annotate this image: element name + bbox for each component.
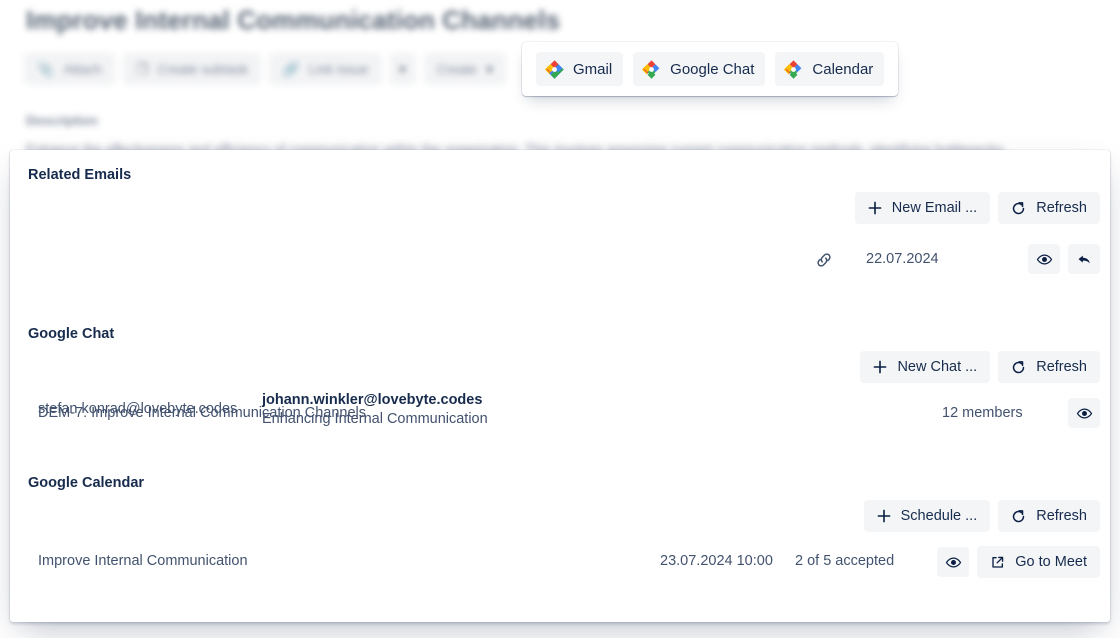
- screen-root: Improve Internal Communication Channels …: [0, 0, 1120, 638]
- eye-icon: [945, 556, 961, 568]
- related-emails-actions: New Email ... Refresh: [854, 192, 1100, 224]
- go-to-meet-button-label: Go to Meet: [1015, 554, 1087, 570]
- open-chat-button[interactable]: [1068, 398, 1100, 428]
- google-calendar-actions: Schedule ... Refresh: [863, 500, 1100, 532]
- schedule-event-button-label: Schedule ...: [900, 508, 978, 524]
- paperclip-icon: 📎: [37, 60, 55, 77]
- eye-icon: [1036, 253, 1052, 265]
- link-issue-button-label: Link issue: [308, 61, 369, 77]
- picker-item-gmail-label: Gmail: [573, 60, 613, 78]
- new-email-button[interactable]: New Email ...: [854, 192, 991, 224]
- external-link-icon: [992, 556, 1004, 568]
- email-row-date: 22.07.2024: [866, 251, 939, 267]
- refresh-icon: [1013, 360, 1025, 373]
- refresh-chat-button[interactable]: Refresh: [998, 351, 1100, 383]
- subtask-icon: ❐: [135, 60, 149, 77]
- create-button-label: Create: [436, 61, 478, 77]
- google-workspace-icon: [784, 59, 802, 79]
- schedule-event-button[interactable]: Schedule ...: [863, 500, 991, 532]
- refresh-calendar-button[interactable]: Refresh: [998, 500, 1100, 532]
- calendar-row-attendance: 2 of 5 accepted: [795, 553, 895, 569]
- refresh-calendar-button-label: Refresh: [1036, 508, 1087, 524]
- issue-toolbar: 📎 Attach ❐ Create subtask 🔗 Link issue ▾…: [24, 53, 507, 85]
- refresh-chat-button-label: Refresh: [1036, 359, 1087, 375]
- refresh-icon: [1013, 201, 1025, 214]
- plus-icon: [868, 201, 882, 215]
- create-subtask-button[interactable]: ❐ Create subtask: [122, 53, 262, 85]
- description-label: Description: [26, 113, 98, 128]
- link-issue-button[interactable]: 🔗 Link issue: [269, 53, 382, 85]
- chevron-down-icon: ▾: [399, 60, 407, 77]
- preview-email-button[interactable]: [1028, 244, 1060, 274]
- refresh-icon: [1013, 509, 1025, 522]
- picker-item-calendar-label: Calendar: [812, 60, 874, 78]
- refresh-emails-button[interactable]: Refresh: [998, 192, 1100, 224]
- attach-button[interactable]: 📎 Attach: [24, 53, 115, 85]
- chat-row-name: DEM-7: Improve Internal Communication Ch…: [38, 405, 366, 421]
- email-row-icon-actions: [1028, 244, 1100, 274]
- picker-item-calendar[interactable]: Calendar: [775, 52, 885, 86]
- google-calendar-title: Google Calendar: [28, 475, 145, 491]
- google-app-picker-popup: Gmail Google Chat Calendar: [522, 42, 899, 96]
- google-workspace-icon: [642, 59, 660, 79]
- picker-item-google-chat[interactable]: Google Chat: [633, 52, 766, 86]
- chat-row-icon-actions: [1068, 398, 1100, 428]
- attach-button-label: Attach: [63, 61, 102, 77]
- new-email-button-label: New Email ...: [891, 200, 978, 216]
- reply-email-button[interactable]: [1068, 244, 1100, 274]
- new-chat-button[interactable]: New Chat ...: [860, 351, 991, 383]
- go-to-meet-button[interactable]: Go to Meet: [977, 546, 1100, 578]
- google-chat-actions: New Chat ... Refresh: [860, 351, 1100, 383]
- refresh-emails-button-label: Refresh: [1036, 200, 1087, 216]
- create-button[interactable]: Create ▾: [423, 53, 507, 85]
- calendar-row-datetime: 23.07.2024 10:00: [660, 553, 773, 569]
- eye-icon: [1076, 407, 1092, 419]
- calendar-row-name: Improve Internal Communication: [38, 553, 248, 569]
- preview-event-button[interactable]: [937, 547, 970, 577]
- link-icon: 🔗: [282, 60, 300, 77]
- chevron-down-icon: ▾: [486, 60, 494, 77]
- google-workspace-icon: [544, 59, 564, 79]
- create-subtask-button-label: Create subtask: [157, 61, 249, 77]
- picker-item-google-chat-label: Google Chat: [670, 60, 755, 78]
- plus-icon: [877, 509, 891, 523]
- email-row-link-icon[interactable]: [814, 250, 834, 275]
- chat-row-members: 12 members: [942, 405, 1023, 421]
- picker-item-gmail[interactable]: Gmail: [536, 52, 624, 86]
- new-chat-button-label: New Chat ...: [897, 359, 978, 375]
- plus-icon: [874, 360, 887, 374]
- toolbar-more-button[interactable]: ▾: [389, 53, 416, 85]
- related-emails-title: Related Emails: [28, 167, 132, 183]
- google-integration-dialog: Related Emails New Email ... Refresh ste…: [10, 150, 1110, 622]
- reply-arrow-icon: [1078, 255, 1090, 263]
- google-chat-title: Google Chat: [28, 326, 115, 342]
- issue-title: Improve Internal Communication Channels: [26, 5, 561, 35]
- calendar-row-icon-actions: Go to Meet: [937, 546, 1100, 578]
